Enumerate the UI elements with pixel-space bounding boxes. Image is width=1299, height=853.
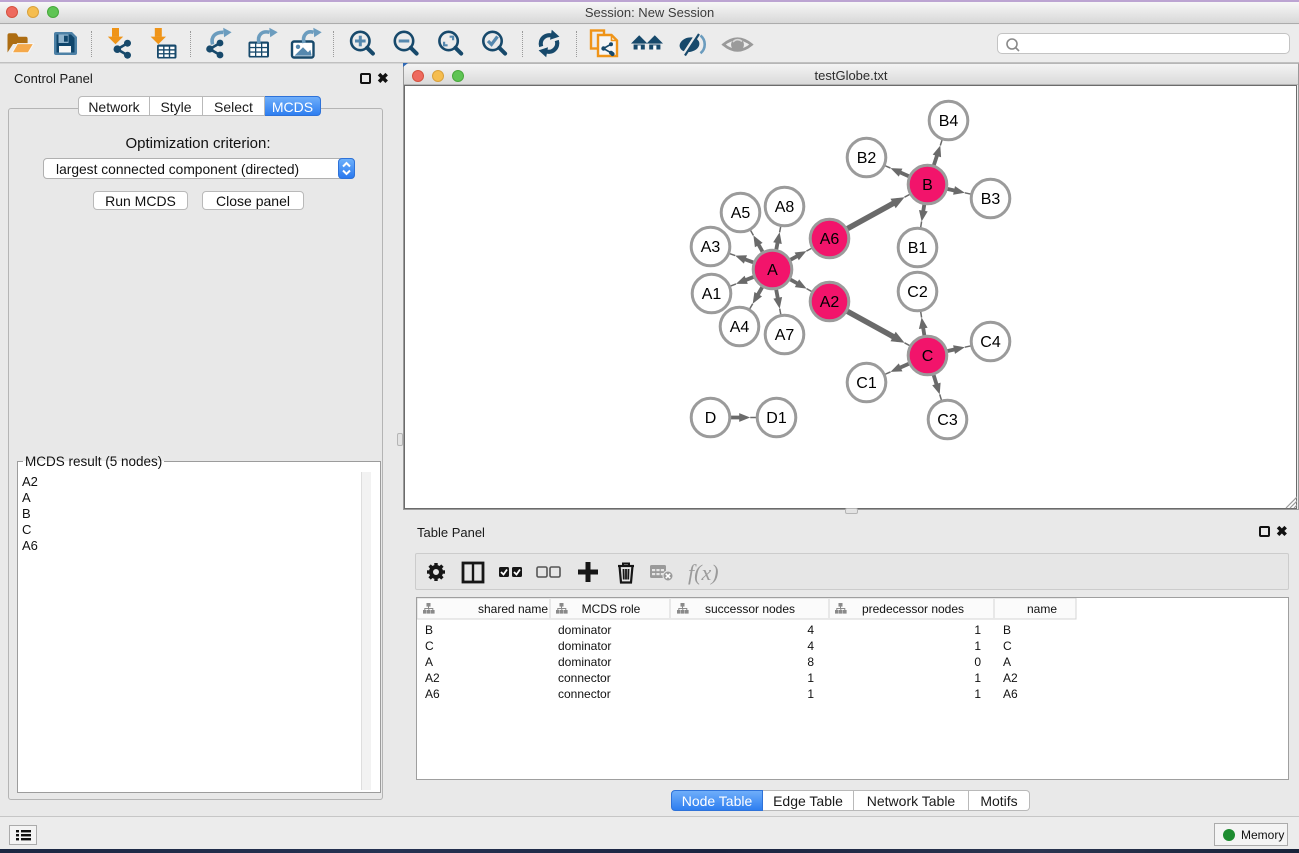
svg-text:C4: C4 bbox=[980, 334, 1001, 351]
svg-text:A6: A6 bbox=[820, 231, 840, 248]
svg-text:A: A bbox=[767, 262, 778, 279]
svg-text:A7: A7 bbox=[775, 327, 795, 344]
svg-text:1: 1 bbox=[807, 671, 814, 685]
svg-text:successor nodes: successor nodes bbox=[705, 602, 795, 616]
svg-text:D1: D1 bbox=[766, 410, 787, 427]
svg-text:B: B bbox=[1003, 623, 1011, 637]
svg-text:A2: A2 bbox=[820, 294, 840, 311]
svg-text:A8: A8 bbox=[775, 199, 795, 216]
svg-text:A4: A4 bbox=[730, 319, 750, 336]
svg-text:B2: B2 bbox=[857, 150, 877, 167]
svg-text:C3: C3 bbox=[937, 412, 958, 429]
svg-text:A6: A6 bbox=[1003, 687, 1018, 701]
svg-text:0: 0 bbox=[974, 655, 981, 669]
svg-text:A5: A5 bbox=[731, 205, 751, 222]
svg-text:A6: A6 bbox=[425, 687, 440, 701]
svg-text:D: D bbox=[705, 410, 717, 427]
svg-text:A2: A2 bbox=[1003, 671, 1018, 685]
svg-text:B1: B1 bbox=[908, 240, 928, 257]
svg-text:C: C bbox=[922, 348, 934, 365]
svg-text:f(x): f(x) bbox=[688, 560, 719, 585]
svg-text:MCDS role: MCDS role bbox=[582, 602, 641, 616]
svg-text:A3: A3 bbox=[701, 239, 721, 256]
svg-text:1: 1 bbox=[974, 671, 981, 685]
svg-text:dominator: dominator bbox=[558, 655, 611, 669]
svg-text:4: 4 bbox=[807, 639, 814, 653]
svg-text:C: C bbox=[1003, 639, 1012, 653]
svg-text:shared name: shared name bbox=[478, 602, 548, 616]
svg-text:B3: B3 bbox=[981, 191, 1001, 208]
svg-text:B4: B4 bbox=[939, 113, 959, 130]
svg-text:4: 4 bbox=[807, 623, 814, 637]
svg-text:A: A bbox=[1003, 655, 1011, 669]
svg-text:A: A bbox=[425, 655, 433, 669]
svg-text:B: B bbox=[425, 623, 433, 637]
svg-text:1: 1 bbox=[974, 623, 981, 637]
svg-text:8: 8 bbox=[807, 655, 814, 669]
svg-text:predecessor nodes: predecessor nodes bbox=[862, 602, 964, 616]
svg-text:A2: A2 bbox=[425, 671, 440, 685]
svg-text:B: B bbox=[922, 177, 933, 194]
svg-text:name: name bbox=[1027, 602, 1057, 616]
svg-text:1: 1 bbox=[807, 687, 814, 701]
svg-text:connector: connector bbox=[558, 687, 611, 701]
svg-text:connector: connector bbox=[558, 671, 611, 685]
svg-text:dominator: dominator bbox=[558, 623, 611, 637]
svg-text:A1: A1 bbox=[702, 286, 722, 303]
svg-text:C2: C2 bbox=[907, 284, 928, 301]
svg-text:dominator: dominator bbox=[558, 639, 611, 653]
svg-text:C: C bbox=[425, 639, 434, 653]
svg-text:C1: C1 bbox=[856, 375, 877, 392]
svg-text:1: 1 bbox=[974, 639, 981, 653]
svg-text:1: 1 bbox=[974, 687, 981, 701]
